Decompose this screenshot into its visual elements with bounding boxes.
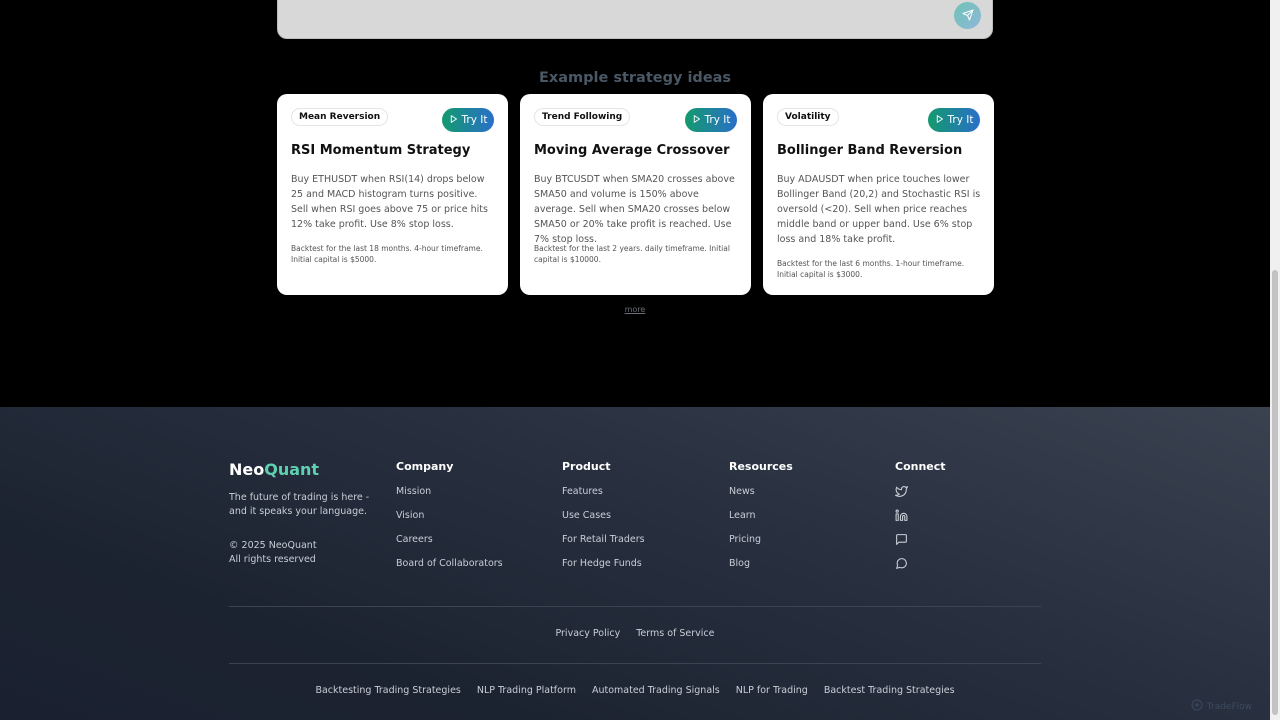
card-backtest-note: Backtest for the last 18 months. 4-hour … [291, 244, 483, 264]
column-title: Company [396, 460, 454, 473]
copyright: © 2025 NeoQuant All rights reserved [229, 539, 379, 567]
tagline: The future of trading is here - and it s… [229, 492, 370, 517]
column-title: Connect [895, 460, 946, 473]
card-title: Bollinger Band Reversion [777, 143, 963, 158]
card-backtest-note: Backtest for the last 2 years. daily tim… [534, 244, 730, 264]
seo-link-nlp-trading[interactable]: NLP for Trading [736, 685, 808, 696]
strategy-card-ma: Trend Following Try It Moving Average Cr… [520, 94, 751, 295]
copyright-rights: All rights reserved [229, 554, 316, 565]
footer-link-mission[interactable]: Mission [396, 485, 503, 509]
examples-title: Example strategy ideas [538, 70, 732, 86]
linkedin-icon[interactable] [895, 509, 909, 533]
footer-column-connect: Connect [895, 460, 946, 581]
try-it-label: Try It [461, 114, 488, 126]
twitter-icon[interactable] [895, 485, 909, 509]
card-description: Buy BTCUSDT when SMA20 crosses above SMA… [534, 174, 735, 245]
message-square-icon[interactable] [895, 533, 909, 557]
footer-link-hedge-funds[interactable]: For Hedge Funds [562, 557, 645, 581]
card-description: Buy ADAUSDT when price touches lower Bol… [777, 174, 981, 245]
brand-neo: Neo [229, 460, 265, 479]
footer-link-use-cases[interactable]: Use Cases [562, 509, 645, 533]
try-it-button[interactable]: Try It [442, 108, 494, 132]
try-it-button[interactable]: Try It [685, 108, 737, 132]
more-link[interactable]: more [0, 305, 1270, 314]
footer-link-careers[interactable]: Careers [396, 533, 503, 557]
seo-link-nlp-platform[interactable]: NLP Trading Platform [477, 685, 576, 696]
seo-link-backtest-strategies[interactable]: Backtest Trading Strategies [824, 685, 955, 696]
footer-link-learn[interactable]: Learn [729, 509, 793, 533]
play-icon [449, 114, 458, 127]
category-badge: Mean Reversion [291, 108, 389, 126]
message-circle-icon[interactable] [895, 557, 909, 581]
strategy-prompt-input[interactable] [277, 0, 993, 39]
seo-links: Backtesting Trading Strategies NLP Tradi… [0, 685, 1270, 696]
footer-column-company: Company Mission Vision Careers Board of … [396, 460, 503, 581]
watermark-text: TradeFlow [1206, 701, 1252, 712]
privacy-policy-link[interactable]: Privacy Policy [555, 628, 620, 639]
try-it-label: Try It [947, 114, 974, 126]
column-title: Product [562, 460, 611, 473]
seo-link-backtesting[interactable]: Backtesting Trading Strategies [315, 685, 460, 696]
footer-link-vision[interactable]: Vision [396, 509, 503, 533]
footer-link-news[interactable]: News [729, 485, 793, 509]
logo-icon [1191, 699, 1203, 714]
try-it-button[interactable]: Try It [928, 108, 980, 132]
seo-link-automated-signals[interactable]: Automated Trading Signals [592, 685, 720, 696]
strategy-card-rsi: Mean Reversion Try It RSI Momentum Strat… [277, 94, 508, 295]
footer-link-features[interactable]: Features [562, 485, 645, 509]
send-icon [962, 6, 974, 25]
terms-of-service-link[interactable]: Terms of Service [636, 628, 714, 639]
send-button[interactable] [954, 2, 981, 29]
footer: NeoQuant The future of trading is here -… [0, 407, 1270, 720]
card-backtest-note: Backtest for the last 6 months. 1-hour t… [777, 259, 965, 279]
play-icon [935, 114, 944, 127]
copyright-year: © 2025 NeoQuant [229, 540, 317, 551]
footer-column-resources: Resources News Learn Pricing Blog [729, 460, 793, 581]
brand-quant: Quant [264, 460, 320, 479]
footer-column-product: Product Features Use Cases For Retail Tr… [562, 460, 645, 581]
footer-logo[interactable]: NeoQuant [229, 460, 319, 479]
footer-divider [229, 663, 1041, 664]
column-title: Resources [729, 460, 793, 473]
category-badge: Trend Following [534, 108, 631, 126]
try-it-label: Try It [704, 114, 731, 126]
page-scrollbar[interactable] [1270, 0, 1280, 720]
footer-link-retail-traders[interactable]: For Retail Traders [562, 533, 645, 557]
footer-link-blog[interactable]: Blog [729, 557, 793, 581]
footer-link-pricing[interactable]: Pricing [729, 533, 793, 557]
footer-link-board[interactable]: Board of Collaborators [396, 557, 503, 581]
footer-divider [229, 606, 1041, 607]
main-content: Example strategy ideas Mean Reversion Tr… [0, 0, 1270, 407]
card-description: Buy ETHUSDT when RSI(14) drops below 25 … [291, 174, 488, 230]
card-title: Moving Average Crossover [534, 143, 730, 158]
scrollbar-thumb[interactable] [1272, 270, 1278, 715]
play-icon [692, 114, 701, 127]
watermark: TradeFlow [1191, 699, 1252, 714]
category-badge: Volatility [777, 108, 839, 126]
legal-links: Privacy Policy Terms of Service [0, 628, 1270, 639]
strategy-card-bollinger: Volatility Try It Bollinger Band Reversi… [763, 94, 994, 295]
card-title: RSI Momentum Strategy [291, 143, 471, 158]
